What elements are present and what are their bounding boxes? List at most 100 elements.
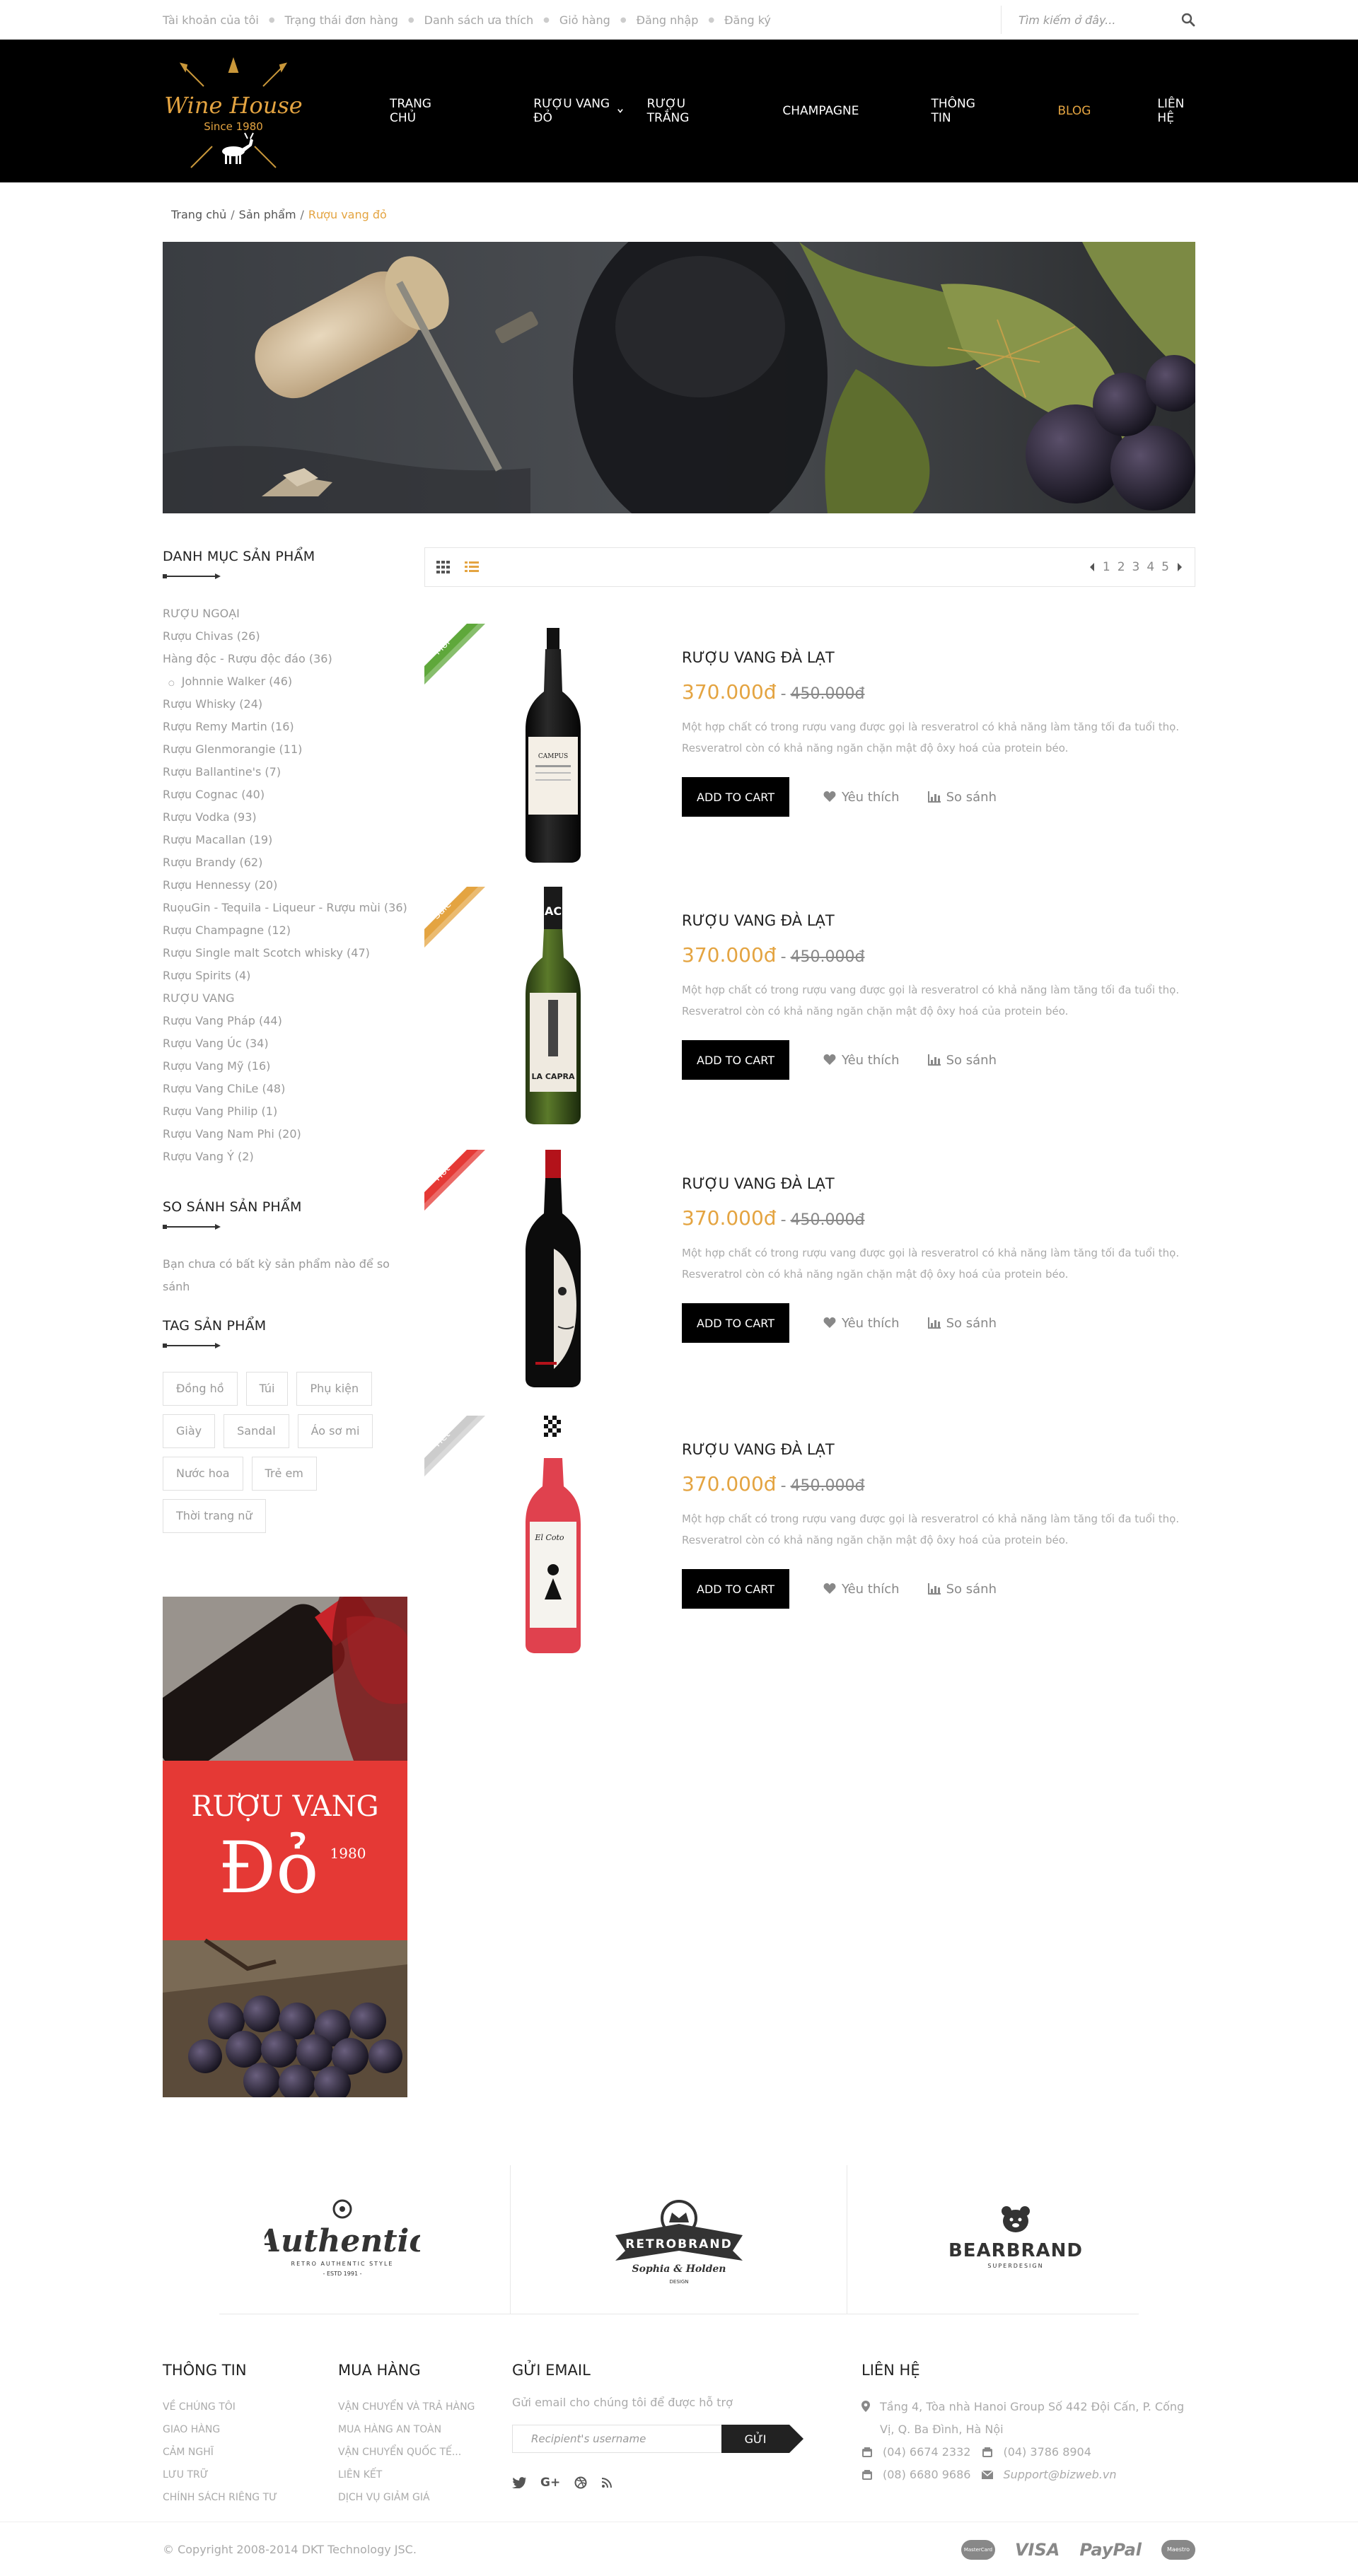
prev-page-icon[interactable] (1089, 562, 1096, 572)
phone-2[interactable]: (04) 3786 8904 (1003, 2441, 1091, 2464)
add-to-cart-button[interactable]: ADD TO CART (682, 777, 789, 817)
product-name[interactable]: RƯỢU VANG ĐÀ LẠT (682, 1175, 1191, 1192)
category-item[interactable]: Rượu Brandy (62) (163, 851, 407, 874)
tag-perfume[interactable]: Nước hoa (163, 1457, 243, 1491)
page-1[interactable]: 1 (1103, 560, 1110, 574)
category-item[interactable]: Rượu Vodka (93) (163, 806, 407, 829)
phone-3[interactable]: (08) 6680 9686 (883, 2464, 970, 2486)
category-item[interactable]: Rượu Vang ChiLe (48) (163, 1078, 407, 1100)
footer-link[interactable]: VẬN CHUYỂN QUỐC TẾ... (338, 2441, 512, 2464)
twitter-icon[interactable] (512, 2477, 526, 2488)
search-icon[interactable] (1181, 13, 1195, 27)
page-3[interactable]: 3 (1132, 560, 1140, 574)
category-item[interactable]: Rượu Macallan (19) (163, 829, 407, 851)
wishlist-button[interactable]: Yêu thích (823, 790, 900, 805)
category-item[interactable]: RƯỢU NGOẠI (163, 602, 407, 625)
tag-watches[interactable]: Đồng hồ (163, 1372, 238, 1406)
compare-button[interactable]: So sánh (927, 1582, 997, 1597)
category-item[interactable]: Rượu Champagne (12) (163, 919, 407, 942)
brand-bearbrand[interactable]: BEARBRAND SUPERDESIGN (847, 2165, 1184, 2314)
page-2[interactable]: 2 (1118, 560, 1125, 574)
link-login[interactable]: Đăng nhập (637, 13, 699, 27)
category-item[interactable]: Rượu Vang Úc (34) (163, 1032, 407, 1055)
wishlist-button[interactable]: Yêu thích (823, 1053, 900, 1068)
nav-contact[interactable]: LIÊN HỆ (1157, 97, 1195, 125)
list-view-icon[interactable] (465, 561, 479, 573)
category-item[interactable]: Rượu Hennessy (20) (163, 874, 407, 897)
category-item[interactable]: Rượu Chivas (26) (163, 625, 407, 648)
footer-link[interactable]: LIÊN KẾT (338, 2464, 512, 2486)
tag-women-fashion[interactable]: Thời trang nữ (163, 1499, 266, 1533)
category-item[interactable]: Hàng độc - Rượu độc đáo (36) (163, 648, 407, 670)
link-my-account[interactable]: Tài khoản của tôi (163, 13, 259, 27)
tag-kids[interactable]: Trẻ em (251, 1457, 317, 1491)
page-4[interactable]: 4 (1147, 560, 1154, 574)
rss-icon[interactable] (601, 2477, 613, 2488)
search-input[interactable] (1018, 13, 1181, 27)
footer-link[interactable]: CẢM NGHĨ (163, 2441, 338, 2464)
category-item[interactable]: Rượu Single malt Scotch whisky (47) (163, 942, 407, 964)
product-name[interactable]: RƯỢU VANG ĐÀ LẠT (682, 1441, 1191, 1458)
footer-link[interactable]: DỊCH VỤ GIẢM GIÁ (338, 2486, 512, 2509)
dribbble-icon[interactable] (574, 2476, 587, 2489)
compare-button[interactable]: So sánh (927, 790, 997, 805)
site-logo[interactable]: Wine House Since 1980 (163, 51, 370, 171)
footer-link[interactable]: LƯU TRỮ (163, 2464, 338, 2486)
nav-blog[interactable]: BLOG (1057, 104, 1091, 118)
tag-accessories[interactable]: Phụ kiện (296, 1372, 373, 1406)
category-item[interactable]: Rượu Glenmorangie (11) (163, 738, 407, 761)
nav-home[interactable]: TRANG CHỦ (390, 97, 447, 125)
side-promo-banner[interactable]: RƯỢU VANG Đỏ 1980 (163, 1597, 407, 2097)
breadcrumb-home[interactable]: Trang chủ (171, 208, 226, 221)
category-item[interactable]: Rượu Ballantine's (7) (163, 761, 407, 783)
link-register[interactable]: Đăng ký (724, 13, 771, 27)
nav-white-wine[interactable]: RƯỢU TRẮNG (647, 97, 715, 125)
category-item[interactable]: Rượu Cognac (40) (163, 783, 407, 806)
footer-link[interactable]: GIAO HÀNG (163, 2418, 338, 2441)
brand-authentic[interactable]: Authentic RETRO AUTHENTIC STYLE - ESTD 1… (174, 2165, 511, 2314)
footer-link[interactable]: CHÍNH SÁCH RIÊNG TƯ (163, 2486, 338, 2509)
footer-link[interactable]: VỀ CHÚNG TÔI (163, 2396, 338, 2418)
category-item[interactable]: Rượu Vang Nam Phi (20) (163, 1123, 407, 1146)
wishlist-button[interactable]: Yêu thích (823, 1582, 900, 1597)
nav-info[interactable]: THÔNG TIN (931, 97, 985, 125)
wishlist-button[interactable]: Yêu thích (823, 1316, 900, 1331)
link-order-status[interactable]: Trạng thái đơn hàng (285, 13, 398, 27)
brand-retrobrand[interactable]: RETROBRAND Sophia & Holden DESIGN (511, 2165, 847, 2314)
category-item[interactable]: Rượu Spirits (4) (163, 964, 407, 987)
add-to-cart-button[interactable]: ADD TO CART (682, 1040, 789, 1080)
phone-1[interactable]: (04) 6674 2332 (883, 2441, 970, 2464)
link-wishlist[interactable]: Danh sách ưa thích (424, 13, 533, 27)
tag-bags[interactable]: Túi (245, 1372, 289, 1406)
page-5[interactable]: 5 (1161, 560, 1169, 574)
product-name[interactable]: RƯỢU VANG ĐÀ LẠT (682, 912, 1191, 929)
category-item[interactable]: Rượu Vang Philip (1) (163, 1100, 407, 1123)
compare-button[interactable]: So sánh (927, 1316, 997, 1331)
category-item[interactable]: Rượu Vang Pháp (44) (163, 1010, 407, 1032)
category-item[interactable]: Rượu Remy Martin (16) (163, 716, 407, 738)
nav-red-wine[interactable]: RƯỢU VANG ĐỎ (533, 97, 623, 125)
category-item[interactable]: RuọuGin - Tequila - Liqueur - Rượu mùi (… (163, 897, 407, 919)
footer-link[interactable]: VẬN CHUYỂN VÀ TRẢ HÀNG (338, 2396, 512, 2418)
subscribe-button[interactable]: GỬI (721, 2425, 789, 2453)
google-plus-icon[interactable]: G+ (540, 2476, 560, 2490)
category-item[interactable]: Rượu Vang Ý (2) (163, 1146, 407, 1168)
category-item[interactable]: RƯỢU VANG (163, 987, 407, 1010)
tag-shoes[interactable]: Giày (163, 1414, 216, 1448)
add-to-cart-button[interactable]: ADD TO CART (682, 1569, 789, 1609)
support-email[interactable]: Support@bizweb.vn (1003, 2464, 1116, 2486)
product-name[interactable]: RƯỢU VANG ĐÀ LẠT (682, 649, 1191, 666)
subscribe-email-input[interactable] (512, 2425, 721, 2453)
footer-link[interactable]: MUA HÀNG AN TOÀN (338, 2418, 512, 2441)
breadcrumb-products[interactable]: Sản phẩm (239, 208, 296, 221)
category-item[interactable]: Johnnie Walker (46) (163, 670, 407, 693)
category-item[interactable]: Rượu Whisky (24) (163, 693, 407, 716)
next-page-icon[interactable] (1176, 562, 1183, 572)
category-item[interactable]: Rượu Vang Mỹ (16) (163, 1055, 407, 1078)
compare-button[interactable]: So sánh (927, 1053, 997, 1068)
nav-champagne[interactable]: CHAMPAGNE (782, 104, 859, 118)
tag-shirts[interactable]: Áo sơ mi (297, 1414, 373, 1448)
add-to-cart-button[interactable]: ADD TO CART (682, 1303, 789, 1343)
tag-sandals[interactable]: Sandal (224, 1414, 289, 1448)
link-cart[interactable]: Giỏ hàng (559, 13, 610, 27)
